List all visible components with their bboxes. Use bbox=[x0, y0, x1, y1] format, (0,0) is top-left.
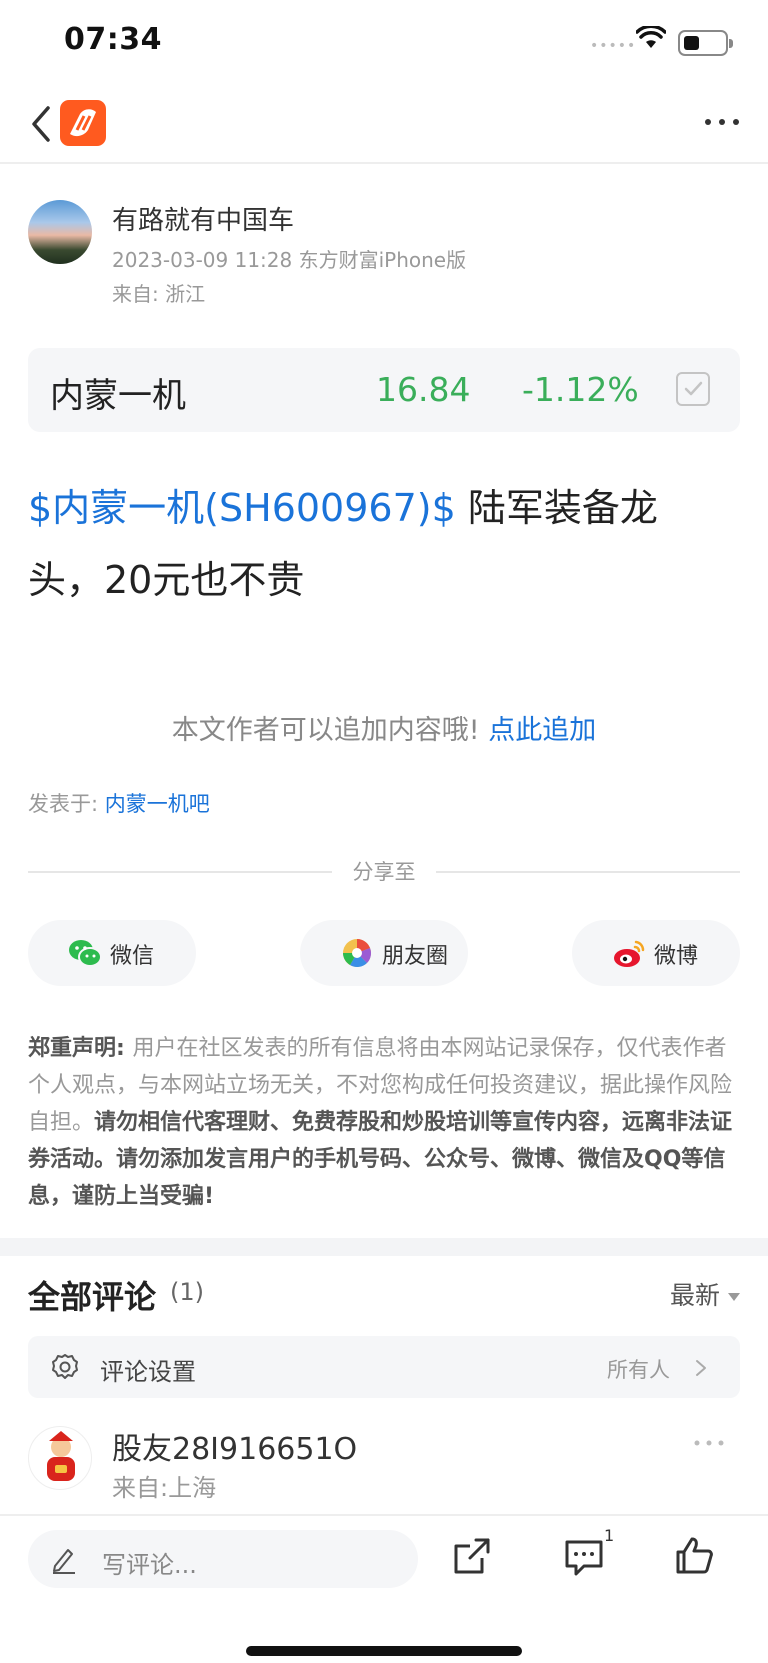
commenter-location: 来自:上海 bbox=[112, 1474, 217, 1502]
comment-icon[interactable] bbox=[562, 1534, 606, 1578]
post-location: 来自: 浙江 bbox=[112, 282, 206, 306]
share-wechat-button[interactable]: 微信 bbox=[28, 920, 196, 986]
stock-change: -1.12% bbox=[522, 370, 639, 409]
stock-card[interactable]: 内蒙一机 16.84 -1.12% bbox=[28, 348, 740, 432]
like-icon[interactable] bbox=[672, 1534, 716, 1578]
comment-count-badge: 1 bbox=[604, 1526, 615, 1545]
share-divider: 分享至 bbox=[28, 856, 740, 886]
forum-link[interactable]: 内蒙一机吧 bbox=[105, 792, 210, 816]
author-avatar[interactable] bbox=[28, 200, 92, 264]
wechat-icon bbox=[69, 940, 102, 967]
disclaimer: 郑重声明: 用户在社区发表的所有信息将由本网站记录保存，仅代表作者个人观点，与本… bbox=[28, 1030, 740, 1215]
append-hint: 本文作者可以追加内容哦! 点此追加 bbox=[0, 708, 768, 747]
moments-icon bbox=[343, 939, 372, 967]
back-arrow-icon[interactable] bbox=[22, 100, 62, 148]
gear-icon bbox=[52, 1354, 78, 1379]
add-watchlist-checkbox[interactable] bbox=[676, 372, 710, 406]
comments-header: 全部评论 (1) 最新 bbox=[28, 1272, 740, 1316]
share-moments-button[interactable]: 朋友圈 bbox=[300, 920, 468, 986]
comment-settings-value: 所有人 bbox=[607, 1358, 670, 1382]
battery-icon bbox=[678, 30, 733, 56]
share-moments-label: 朋友圈 bbox=[382, 944, 449, 969]
stock-price: 16.84 bbox=[376, 370, 471, 409]
nav-bar bbox=[0, 90, 768, 164]
status-time: 07:34 bbox=[64, 22, 162, 57]
more-icon[interactable] bbox=[700, 112, 744, 132]
comment-item: 股友28I916651O 来自:上海 bbox=[28, 1424, 740, 1514]
home-indicator[interactable] bbox=[246, 1646, 522, 1656]
comment-settings-label: 评论设置 bbox=[100, 1358, 196, 1386]
commenter-avatar[interactable] bbox=[28, 1426, 92, 1490]
pencil-icon bbox=[53, 1549, 75, 1574]
section-gap bbox=[0, 1238, 768, 1256]
status-bar: 07:34 ••••• bbox=[0, 0, 768, 80]
disclaimer-title: 郑重声明: bbox=[28, 1036, 133, 1061]
stock-name: 内蒙一机 bbox=[50, 376, 186, 416]
app-logo bbox=[60, 100, 106, 146]
stock-tag-link[interactable]: $内蒙一机(SH600967)$ bbox=[28, 486, 456, 530]
sort-dropdown[interactable]: 最新 bbox=[670, 1276, 740, 1312]
comment-placeholder: 写评论... bbox=[102, 1551, 197, 1579]
comments-count: (1) bbox=[170, 1278, 204, 1306]
bottom-bar: 写评论... 1 bbox=[0, 1514, 768, 1663]
cellular-signal-icon: ••••• bbox=[590, 38, 637, 54]
post-author: 有路就有中国车 2023-03-09 11:28 东方财富iPhone版 来自:… bbox=[28, 198, 728, 308]
post-meta: 2023-03-09 11:28 东方财富iPhone版 bbox=[112, 248, 467, 272]
commenter-name[interactable]: 股友28I916651O bbox=[112, 1424, 357, 1468]
more-icon[interactable] bbox=[692, 1438, 726, 1448]
author-name[interactable]: 有路就有中国车 bbox=[112, 200, 294, 237]
posted-in: 发表于: 内蒙一机吧 bbox=[28, 788, 210, 818]
chevron-right-icon bbox=[696, 1360, 706, 1376]
comment-settings-row[interactable]: 评论设置 所有人 bbox=[28, 1336, 740, 1398]
post-body: $内蒙一机(SH600967)$ 陆军装备龙头，20元也不贵 bbox=[28, 472, 728, 616]
share-weibo-button[interactable]: 微博 bbox=[572, 920, 740, 986]
sort-label: 最新 bbox=[669, 1281, 720, 1310]
write-comment-input[interactable]: 写评论... bbox=[28, 1530, 418, 1588]
posted-in-label: 发表于: bbox=[28, 792, 105, 816]
disclaimer-bold: 请勿相信代客理财、免费荐股和炒股培训等宣传内容，远离非法证券活动。请勿添加发言用… bbox=[28, 1110, 733, 1209]
caret-down-icon bbox=[728, 1293, 740, 1301]
weibo-icon bbox=[614, 940, 645, 967]
share-icon[interactable] bbox=[450, 1534, 494, 1578]
append-link[interactable]: 点此追加 bbox=[488, 715, 596, 746]
check-icon bbox=[684, 381, 703, 396]
append-hint-text: 本文作者可以追加内容哦! bbox=[171, 715, 489, 746]
share-weibo-label: 微博 bbox=[654, 944, 699, 969]
share-wechat-label: 微信 bbox=[110, 944, 155, 969]
wifi-icon bbox=[636, 26, 666, 48]
comments-title: 全部评论 bbox=[28, 1278, 157, 1316]
